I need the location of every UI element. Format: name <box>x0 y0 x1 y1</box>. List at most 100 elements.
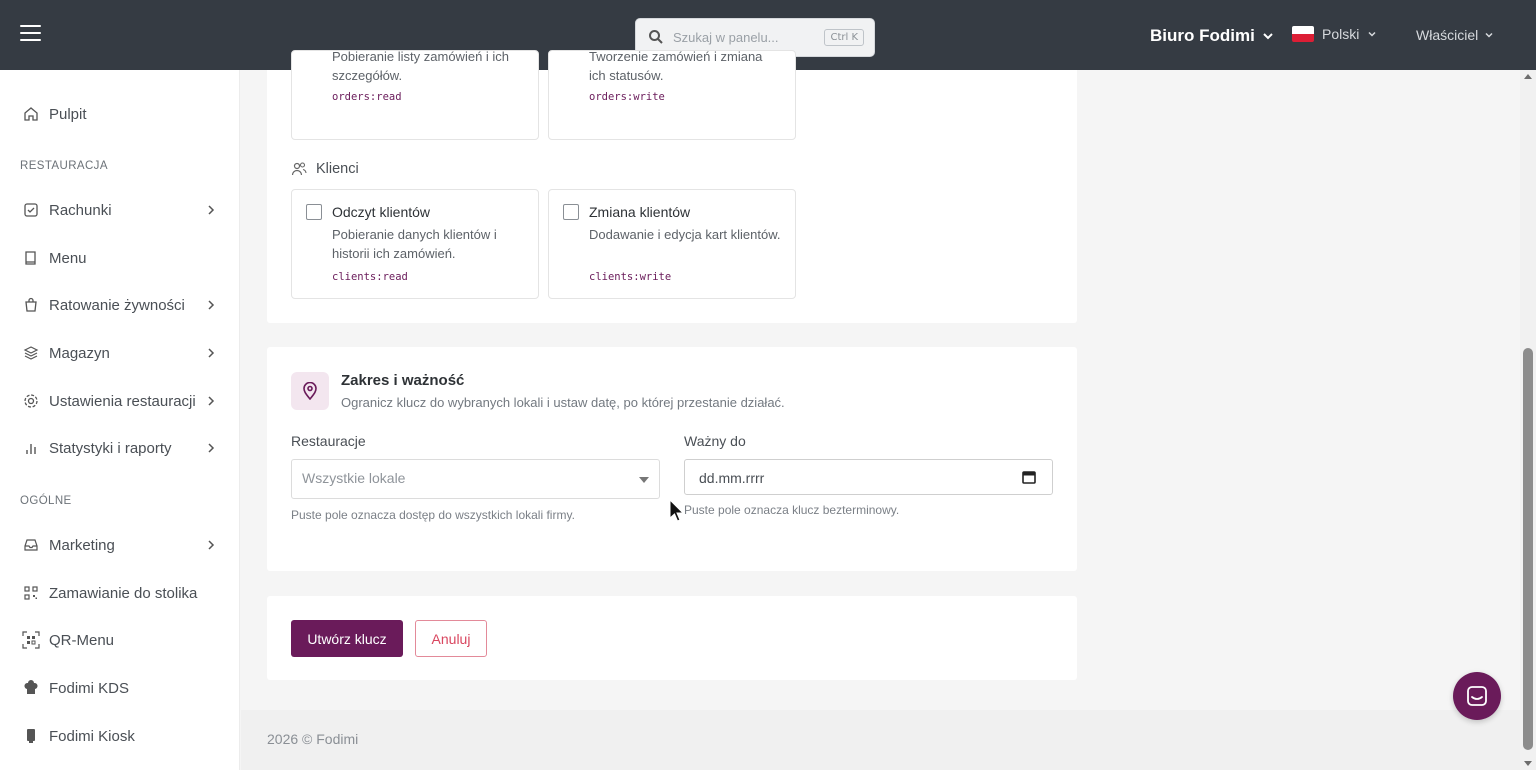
permission-checkbox[interactable] <box>306 204 322 220</box>
scroll-up-arrow-icon[interactable] <box>1524 74 1532 79</box>
permission-clients-read[interactable]: Odczyt klientów Pobieranie danych klient… <box>291 189 539 299</box>
language-label: Polski <box>1322 26 1360 42</box>
sidebar-item-warehouse[interactable]: Magazyn <box>0 333 240 373</box>
section-title: Zakres i ważność <box>341 372 465 389</box>
permission-title: Zmiana klientów <box>589 204 691 220</box>
qr-scan-icon <box>22 631 40 649</box>
valid-until-date-input[interactable]: dd.mm.rrrr <box>684 459 1053 495</box>
date-placeholder: dd.mm.rrrr <box>699 470 765 486</box>
permission-code: clients:read <box>332 271 408 283</box>
actions-card: Utwórz klucz Anuluj <box>267 596 1077 680</box>
sidebar-item-marketing[interactable]: Marketing <box>0 525 240 565</box>
sidebar-item-restaurant-settings[interactable]: Ustawienia restauracji <box>0 381 240 421</box>
caret-down-icon <box>639 477 649 483</box>
search-icon <box>649 30 663 44</box>
sidebar-item-label: Statystyki i raporty <box>49 439 172 457</box>
sidebar-item-table-ordering[interactable]: Zamawianie do stolika <box>0 573 240 613</box>
checklist-icon <box>22 201 40 219</box>
sidebar-item-fodimi-kiosk[interactable]: Fodimi Kiosk <box>0 716 240 756</box>
permission-clients-write[interactable]: Zmiana klientów Dodawanie i edycja kart … <box>548 189 796 299</box>
sidebar-item-label: Ustawienia restauracji <box>49 392 196 410</box>
sidebar-item-label: Fodimi Kiosk <box>49 727 135 745</box>
kiosk-icon <box>22 727 40 745</box>
sidebar-item-food-rescue[interactable]: Ratowanie żywności <box>0 285 240 325</box>
sidebar-item-label: QR-Menu <box>49 631 115 649</box>
footer: 2026 © Fodimi <box>241 710 1520 770</box>
sidebar-item-label: Magazyn <box>49 344 110 362</box>
restaurants-select[interactable]: Wszystkie lokale <box>291 459 660 499</box>
gear-icon <box>22 392 40 410</box>
page-scrollbar[interactable] <box>1520 70 1536 770</box>
calendar-icon[interactable] <box>1022 470 1036 484</box>
permission-orders-write[interactable]: Tworzenie zamówień i zmiana ich statusów… <box>548 49 796 140</box>
permission-title: Odczyt klientów <box>332 204 431 220</box>
inbox-icon <box>22 536 40 554</box>
chevron-down-icon <box>1485 32 1493 38</box>
home-icon <box>22 105 40 123</box>
chef-hat-icon <box>22 679 40 697</box>
chevron-right-icon <box>208 540 215 550</box>
permission-code: orders:write <box>589 91 665 103</box>
scope-card: Zakres i ważność Ogranicz klucz do wybra… <box>267 347 1077 571</box>
chat-launcher-button[interactable] <box>1453 672 1501 720</box>
book-icon <box>22 249 40 267</box>
poland-flag-icon <box>1292 26 1314 42</box>
permission-description: Pobieranie danych klientów i historii ic… <box>332 227 497 261</box>
sidebar-item-label: Pulpit <box>49 105 87 123</box>
mouse-cursor-icon <box>669 499 685 522</box>
sidebar-item-fodimi-kds[interactable]: Fodimi KDS <box>0 668 240 708</box>
user-role: Właściciel <box>1416 27 1479 43</box>
section-label-general: OGÓLNE <box>20 495 72 507</box>
sidebar-item-label: Marketing <box>49 536 115 554</box>
valid-until-label: Ważny do <box>684 433 746 449</box>
section-label-restaurant: RESTAURACJA <box>20 160 108 172</box>
search-shortcut-badge: Ctrl K <box>824 29 864 46</box>
sidebar-item-statistics[interactable]: Statystyki i raporty <box>0 428 240 468</box>
sidebar-item-label: Rachunki <box>49 201 112 219</box>
shopping-bag-icon <box>22 296 40 314</box>
create-key-button[interactable]: Utwórz klucz <box>291 620 403 657</box>
sidebar-item-dashboard[interactable]: Pulpit <box>0 94 240 134</box>
chevron-right-icon <box>208 443 215 453</box>
sidebar-item-bills[interactable]: Rachunki <box>0 190 240 230</box>
permission-code: clients:write <box>589 271 672 283</box>
scrollbar-thumb[interactable] <box>1523 348 1533 750</box>
language-switcher[interactable]: Polski <box>1292 26 1377 42</box>
cancel-button[interactable]: Anuluj <box>415 620 487 657</box>
section-subtitle: Ogranicz klucz do wybranych lokali i ust… <box>341 395 785 410</box>
company-switcher[interactable]: Biuro Fodimi <box>1150 26 1273 46</box>
valid-until-hint: Puste pole oznacza klucz bezterminowy. <box>684 503 900 517</box>
chevron-down-icon <box>1263 33 1273 40</box>
permission-group-title: Klienci <box>316 161 359 177</box>
permission-code: orders:read <box>332 91 402 103</box>
search-input[interactable]: Szukaj w panelu... <box>673 30 779 45</box>
chevron-right-icon <box>208 300 215 310</box>
hamburger-menu-icon[interactable] <box>20 25 41 43</box>
permission-description: Dodawanie i edycja kart klientów. <box>589 227 781 242</box>
sidebar: Pulpit RESTAURACJA Rachunki Menu Ratowan… <box>0 70 240 770</box>
bar-chart-icon <box>22 439 40 457</box>
chat-icon <box>1467 686 1487 706</box>
permission-checkbox[interactable] <box>563 204 579 220</box>
location-pin-icon <box>291 372 329 410</box>
layers-icon <box>22 344 40 362</box>
sidebar-item-qr-menu[interactable]: QR-Menu <box>0 620 240 660</box>
chevron-down-icon <box>1368 31 1376 37</box>
permission-description: Pobieranie listy zamówień i ich szczegół… <box>332 49 510 83</box>
copyright-text: 2026 © Fodimi <box>267 731 359 747</box>
restaurants-hint: Puste pole oznacza dostęp do wszystkich … <box>291 508 575 522</box>
permissions-card: Pobieranie listy zamówień i ich szczegół… <box>267 49 1077 323</box>
permission-orders-read[interactable]: Pobieranie listy zamówień i ich szczegół… <box>291 49 539 140</box>
sidebar-item-menu[interactable]: Menu <box>0 238 240 278</box>
chevron-right-icon <box>208 396 215 406</box>
scroll-down-arrow-icon[interactable] <box>1524 761 1532 766</box>
users-icon <box>291 162 307 176</box>
company-name: Biuro Fodimi <box>1150 26 1255 45</box>
restaurants-select-value: Wszystkie lokale <box>302 470 406 486</box>
chevron-right-icon <box>208 348 215 358</box>
chevron-right-icon <box>208 205 215 215</box>
user-menu[interactable]: Właściciel <box>1416 27 1494 43</box>
sidebar-item-label: Ratowanie żywności <box>49 296 185 314</box>
permission-group-clients: Klienci <box>291 161 359 177</box>
sidebar-item-label: Menu <box>49 249 87 267</box>
